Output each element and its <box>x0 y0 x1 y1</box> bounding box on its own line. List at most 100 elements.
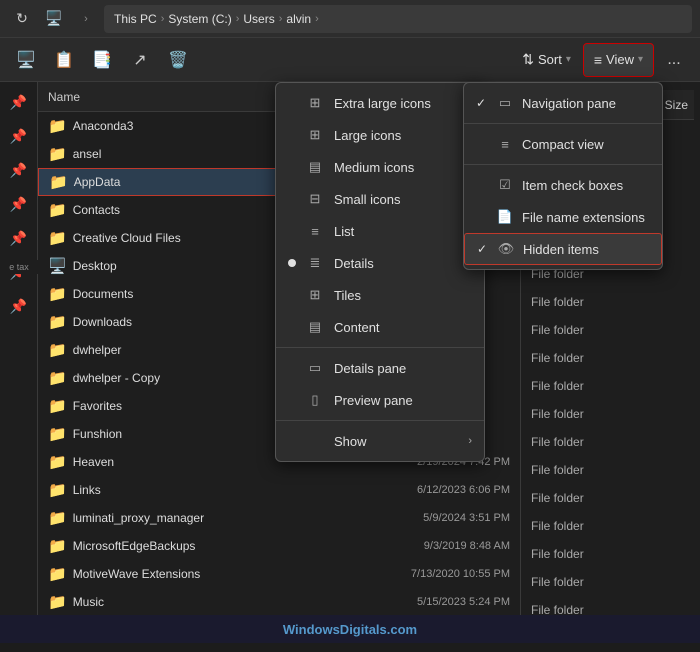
view-option-small[interactable]: ⊟ Small icons <box>276 183 484 215</box>
details-pane-icon: ▭ <box>306 359 324 377</box>
item-check-icon: ☑ <box>496 176 514 194</box>
large-icons-icon: ⊞ <box>306 126 324 144</box>
item-type: File folder <box>531 547 690 561</box>
item-type: File folder <box>531 463 690 477</box>
list-label: List <box>334 224 354 239</box>
view-label: View <box>606 52 634 67</box>
item-type: File folder <box>531 295 690 309</box>
show-submenu: ✓ ▭ Navigation pane ✓ ≡ Compact view ✓ ☑… <box>463 82 663 270</box>
right-pane-row: File folder <box>527 288 694 316</box>
view-option-tiles[interactable]: ⊞ Tiles <box>276 279 484 311</box>
more-button[interactable]: ... <box>656 43 692 77</box>
details-icon: ≣ <box>306 254 324 272</box>
hidden-icon: 👁 <box>497 240 515 258</box>
file-folder-icon: 📁 <box>48 341 67 359</box>
preview-pane-option[interactable]: ▯ Preview pane <box>276 384 484 416</box>
file-folder-icon: 📁 <box>48 117 67 135</box>
file-folder-icon: 📁 <box>48 285 67 303</box>
sidebar-item-1[interactable]: 📌 <box>3 86 35 118</box>
view-dropdown: ⊞ Extra large icons ⊞ Large icons ▤ Medi… <box>275 82 485 462</box>
sidebar-item-5[interactable]: 📌 <box>3 222 35 254</box>
breadcrumb-sep1: › <box>72 5 100 33</box>
view-option-list[interactable]: ≡ List <box>276 215 484 247</box>
file-ext-label: File name extensions <box>522 210 645 225</box>
sort-button[interactable]: ⇅ Sort ▾ <box>512 43 581 77</box>
right-pane-row: File folder <box>527 484 694 512</box>
table-row[interactable]: 📁 Links 6/12/2023 6:06 PM <box>38 476 520 504</box>
file-folder-icon: 📁 <box>48 453 67 471</box>
item-type: File folder <box>531 351 690 365</box>
item-type: File folder <box>531 491 690 505</box>
submenu-compact-view[interactable]: ✓ ≡ Compact view <box>464 128 662 160</box>
refresh-button[interactable]: ↻ <box>8 5 36 33</box>
submenu-nav-pane[interactable]: ✓ ▭ Navigation pane <box>464 87 662 119</box>
right-pane-row: File folder <box>527 456 694 484</box>
submenu-file-ext[interactable]: ✓ 📄 File name extensions <box>464 201 662 233</box>
submenu-sep1 <box>464 123 662 124</box>
breadcrumb-users[interactable]: Users <box>243 12 274 26</box>
table-row[interactable]: 📁 Music 5/15/2023 5:24 PM <box>38 588 520 616</box>
toolbar-icon3[interactable]: 📑 <box>84 43 120 77</box>
sort-icon: ⇅ <box>522 51 534 68</box>
file-folder-icon: 📁 <box>48 537 67 555</box>
view-option-content[interactable]: ▤ Content <box>276 311 484 343</box>
right-pane-row: File folder <box>527 344 694 372</box>
tiles-label: Tiles <box>334 288 361 303</box>
sidebar: 📌 📌 📌 📌 📌 📌 📌 e tax <box>0 82 38 643</box>
view-icon: ≡ <box>594 52 602 68</box>
right-pane-row: File folder <box>527 428 694 456</box>
toolbar-icon4[interactable]: ↗ <box>122 43 158 77</box>
file-name-label: Music <box>73 595 411 609</box>
file-folder-icon: 📁 <box>48 593 67 611</box>
file-folder-icon: 📁 <box>48 481 67 499</box>
submenu-hidden-items[interactable]: ✓ 👁 Hidden items <box>464 233 662 265</box>
small-icons-label: Small icons <box>334 192 400 207</box>
preview-pane-icon: ▯ <box>306 391 324 409</box>
details-check <box>288 259 296 267</box>
breadcrumb-user[interactable]: alvin <box>286 12 311 26</box>
sort-chevron: ▾ <box>566 54 571 65</box>
sort-label: Sort <box>538 52 562 67</box>
view-option-medium[interactable]: ▤ Medium icons <box>276 151 484 183</box>
view-option-large[interactable]: ⊞ Large icons <box>276 119 484 151</box>
more-label: ... <box>667 51 680 69</box>
toolbar-icon1[interactable]: 🖥️ <box>8 43 44 77</box>
large-icons-label: Large icons <box>334 128 401 143</box>
sidebar-item-3[interactable]: 📌 <box>3 154 35 186</box>
file-name-label: MotiveWave Extensions <box>73 567 405 581</box>
breadcrumb-thispc[interactable]: This PC <box>114 12 157 26</box>
breadcrumb[interactable]: This PC › System (C:) › Users › alvin › <box>104 5 692 33</box>
toolbar-icon5[interactable]: 🗑️ <box>160 43 196 77</box>
view-option-extra-large[interactable]: ⊞ Extra large icons <box>276 87 484 119</box>
breadcrumb-drive[interactable]: System (C:) <box>168 12 231 26</box>
extra-tax-label: e tax <box>0 260 38 274</box>
view-option-details[interactable]: ≣ Details <box>276 247 484 279</box>
table-row[interactable]: 📁 MotiveWave Extensions 7/13/2020 10:55 … <box>38 560 520 588</box>
dropdown-sep2 <box>276 420 484 421</box>
compact-view-icon: ≡ <box>496 135 514 153</box>
file-date: 6/12/2023 6:06 PM <box>417 484 510 496</box>
details-pane-option[interactable]: ▭ Details pane <box>276 352 484 384</box>
toolbar-icon2[interactable]: 📋 <box>46 43 82 77</box>
file-folder-icon: 🖥️ <box>48 257 67 275</box>
file-date: 5/9/2024 3:51 PM <box>423 512 510 524</box>
table-row[interactable]: 📁 MicrosoftEdgeBackups 9/3/2019 8:48 AM <box>38 532 520 560</box>
extra-large-label: Extra large icons <box>334 96 431 111</box>
sidebar-item-2[interactable]: 📌 <box>3 120 35 152</box>
file-folder-icon: 📁 <box>49 173 68 191</box>
view-button[interactable]: ≡ View ▾ <box>583 43 654 77</box>
item-type: File folder <box>531 323 690 337</box>
file-folder-icon: 📁 <box>48 509 67 527</box>
medium-icons-icon: ▤ <box>306 158 324 176</box>
right-pane-row: File folder <box>527 372 694 400</box>
file-folder-icon: 📁 <box>48 229 67 247</box>
address-bar: ↻ 🖥️ › This PC › System (C:) › Users › a… <box>0 0 700 38</box>
sidebar-item-4[interactable]: 📌 <box>3 188 35 220</box>
sidebar-item-7[interactable]: 📌 <box>3 290 35 322</box>
table-row[interactable]: 📁 luminati_proxy_manager 5/9/2024 3:51 P… <box>38 504 520 532</box>
file-name-label: MicrosoftEdgeBackups <box>73 539 418 553</box>
file-date: 7/13/2020 10:55 PM <box>411 568 510 580</box>
submenu-item-checkboxes[interactable]: ✓ ☑ Item check boxes <box>464 169 662 201</box>
preview-pane-label: Preview pane <box>334 393 413 408</box>
show-option[interactable]: Show › <box>276 425 484 457</box>
